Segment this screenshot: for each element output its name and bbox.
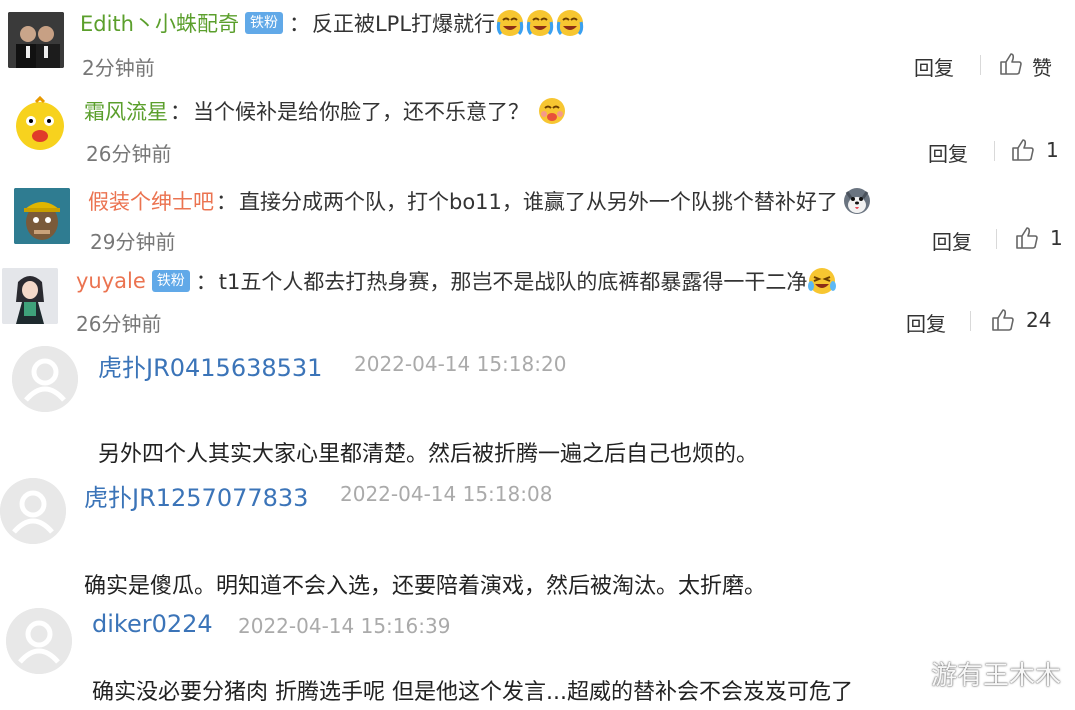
husky-dog-emoji <box>842 186 872 216</box>
comment-text: 另外四个人其实大家心里都清楚。然后被折腾一遍之后自己也烦的。 <box>98 442 759 467</box>
username[interactable]: 虎扑JR0415638531 <box>98 348 322 383</box>
user-avatar[interactable] <box>8 12 64 68</box>
reply-button[interactable]: 回复 <box>914 52 954 81</box>
comment-text: 当个候补是给你脸了，还不乐意了？ <box>193 100 529 124</box>
comment-text: 确实是傻瓜。明知道不会入选，还要陪着演戏，然后被淘汰。太折磨。 <box>84 574 767 599</box>
divider <box>996 229 997 249</box>
thumbs-up-icon[interactable] <box>1014 225 1040 251</box>
username[interactable]: Edith丶小蛛配奇 <box>80 8 239 38</box>
like-count: 1 <box>1050 226 1063 250</box>
thumbs-up-icon[interactable] <box>1010 137 1036 163</box>
user-avatar[interactable] <box>2 268 58 324</box>
hupu-comment: 虎扑JR0415638531 2022-04-14 15:18:20 另外四个人… <box>0 342 1075 472</box>
reply-button[interactable]: 回复 <box>932 226 972 255</box>
username[interactable]: diker0224 <box>92 610 213 638</box>
comment-time: 29分钟前 <box>90 230 176 254</box>
username[interactable]: 霜风流星 <box>84 96 168 126</box>
default-avatar-icon[interactable] <box>0 478 66 544</box>
hupu-comment: 虎扑JR1257077833 2022-04-14 15:18:08 确实是傻瓜… <box>0 472 1075 604</box>
comment-time: 2分钟前 <box>82 56 155 80</box>
comment-text: 反正被LPL打爆就行 <box>311 12 496 36</box>
crying-laugh-emoji <box>555 8 585 38</box>
comment-time: 26分钟前 <box>76 312 162 336</box>
comment-time: 2022-04-14 15:18:08 <box>340 482 553 506</box>
crying-laugh-emoji <box>525 8 555 38</box>
laugh-cry-emoji <box>807 266 837 296</box>
reply-button[interactable]: 回复 <box>928 138 968 167</box>
comment-time: 2022-04-14 15:18:20 <box>354 352 567 376</box>
comment-time: 26分钟前 <box>86 142 172 166</box>
default-avatar-icon[interactable] <box>12 346 78 412</box>
comment-text: 确实没必要分猪肉 折腾选手呢 但是他这个发言...超威的替补会不会岌岌可危了 <box>92 680 853 705</box>
fan-badge[interactable]: 铁粉 <box>244 12 283 34</box>
thumbs-up-icon[interactable] <box>998 51 1024 77</box>
weibo-comment: Edith丶小蛛配奇 铁粉 ： 反正被LPL打爆就行 2分钟前 回复 赞 <box>0 0 1075 88</box>
username[interactable]: 虎扑JR1257077833 <box>84 478 308 513</box>
default-avatar-icon[interactable] <box>6 608 72 674</box>
like-button[interactable]: 赞 <box>1032 52 1052 81</box>
like-count: 24 <box>1026 308 1052 332</box>
comment-time: 2022-04-14 15:16:39 <box>238 614 451 638</box>
thumbs-up-icon[interactable] <box>990 307 1016 333</box>
weibo-comment: 假装个绅士吧 ： 直接分成两个队，打个bo11，谁赢了从另外一个队挑个替补好了 … <box>0 176 1075 264</box>
reply-button[interactable]: 回复 <box>906 308 946 337</box>
fan-badge[interactable]: 铁粉 <box>151 270 190 292</box>
watermark: 游有王木木 <box>930 661 1061 691</box>
crying-laugh-emoji <box>495 8 525 38</box>
yummy-face-emoji <box>537 96 567 126</box>
user-avatar[interactable] <box>12 96 68 152</box>
comment-text: t1五个人都去打热身赛，那岂不是战队的底裤都暴露得一干二净 <box>218 270 808 294</box>
like-count: 1 <box>1046 138 1059 162</box>
username[interactable]: 假装个绅士吧 <box>88 186 214 216</box>
username[interactable]: yuyale <box>76 269 146 293</box>
user-avatar[interactable] <box>14 188 70 244</box>
weibo-comment: yuyale 铁粉 ： t1五个人都去打热身赛，那岂不是战队的底裤都暴露得一干二… <box>0 260 1075 342</box>
divider <box>970 311 971 331</box>
divider <box>994 141 995 161</box>
comment-text: 直接分成两个队，打个bo11，谁赢了从另外一个队挑个替补好了 <box>239 190 838 214</box>
weibo-comment: 霜风流星 ： 当个候补是给你脸了，还不乐意了？ 26分钟前 回复 1 <box>0 88 1075 176</box>
hupu-comment: diker0224 2022-04-14 15:16:39 确实没必要分猪肉 折… <box>0 604 1075 710</box>
divider <box>980 55 981 75</box>
